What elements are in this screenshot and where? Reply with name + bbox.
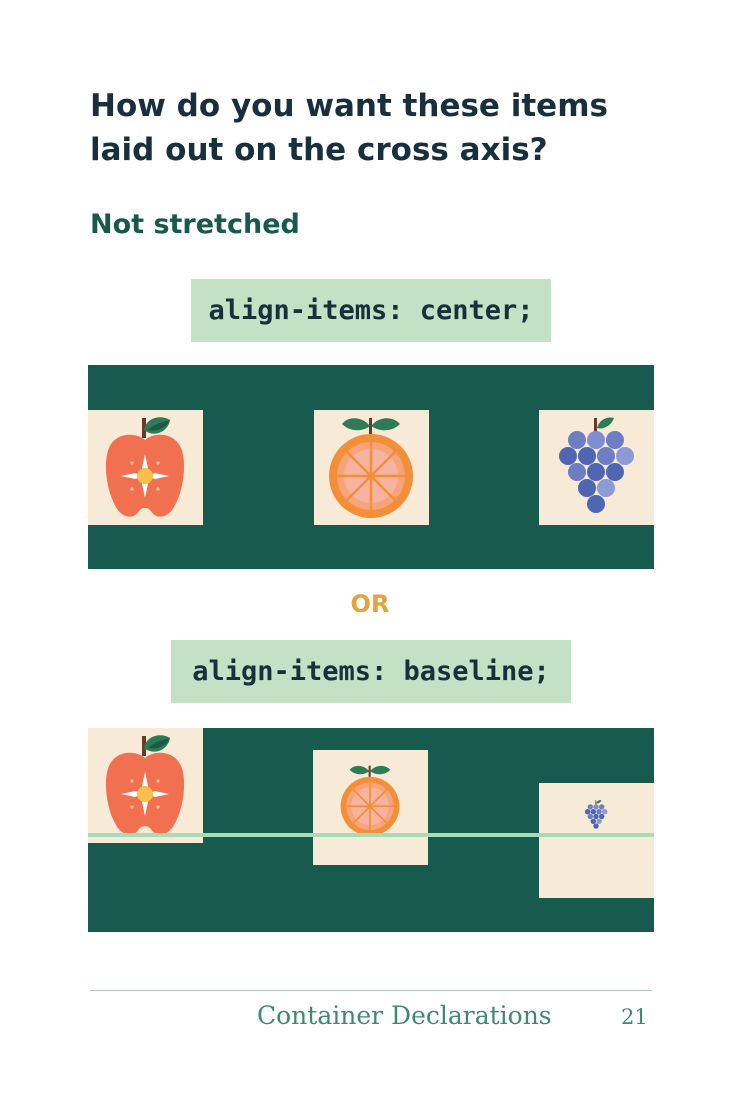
flex-item-apple: [88, 410, 203, 525]
apple-icon: [105, 417, 185, 517]
flex-container-center: [88, 365, 654, 569]
flex-item-apple: [88, 728, 203, 843]
page-title: How do you want these items laid out on …: [90, 88, 608, 168]
orange-icon: [329, 418, 413, 518]
footer-divider: [90, 990, 652, 991]
code-snippet-center: align-items: center;: [191, 279, 551, 342]
footer-section-title: Container Declarations: [257, 1001, 552, 1030]
grapes-icon: [559, 417, 634, 513]
flex-item-orange: [314, 410, 429, 525]
code-snippet-baseline: align-items: baseline;: [171, 640, 571, 703]
flex-item-grapes: [539, 783, 654, 898]
orange-icon: [340, 765, 400, 836]
baseline-line: [88, 833, 654, 837]
flex-item-grapes: [539, 410, 654, 525]
grapes-icon: [584, 800, 608, 829]
flex-item-orange: [313, 750, 428, 865]
flex-container-baseline: [88, 728, 654, 932]
or-separator: OR: [350, 590, 390, 618]
section-heading: Not stretched: [90, 209, 300, 240]
page-number: 21: [621, 1005, 648, 1029]
apple-icon: [105, 735, 185, 835]
